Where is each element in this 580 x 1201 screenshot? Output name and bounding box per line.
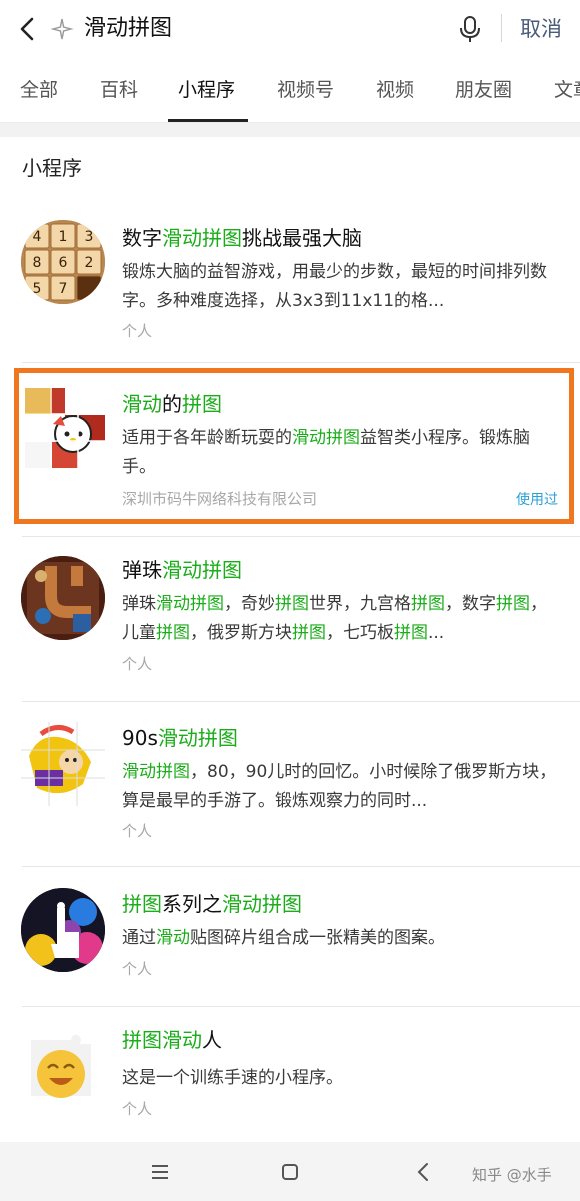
result-description: 锻炼大脑的益智游戏，用最少的步数，最短的时间排列数字。多种难度选择，从3x3到1… — [122, 258, 562, 316]
result-item[interactable]: 4 1 3 8 6 2 5 7 数字滑动拼图挑战最强大脑 锻炼大脑的益智游戏，用最少的步数，最… — [0, 200, 580, 350]
result-title: 弹珠滑动拼图 — [122, 556, 242, 584]
text-segment: 数字 — [122, 226, 162, 250]
selection-highlight — [14, 368, 574, 524]
keyword-highlight: 滑动拼图 — [222, 892, 302, 916]
result-description: 弹珠滑动拼图，奇妙拼图世界，九宫格拼图，数字拼图，儿童拼图，俄罗斯方块拼图，七巧… — [122, 590, 562, 648]
keyword-highlight: 拼图 — [292, 623, 326, 643]
result-item[interactable]: 90s滑动拼图 滑动拼图，80，90儿时的回忆。小时候除了俄罗斯方块，算是最早的… — [0, 708, 580, 868]
text-segment: 系列之 — [162, 892, 222, 916]
number-tile-label: 8 — [33, 255, 42, 271]
text-segment: 挑战最强大脑 — [242, 226, 362, 250]
result-title: 拼图系列之滑动拼图 — [122, 890, 302, 918]
search-input[interactable]: 滑动拼图 — [84, 14, 172, 44]
keyword-highlight: 拼图 — [411, 594, 445, 614]
keyword-highlight: 滑动拼图 — [156, 594, 224, 614]
search-bar: 滑动拼图 取消 — [0, 0, 580, 58]
text-segment: 弹珠 — [122, 558, 162, 582]
category-tabs: 全部 百科 小程序 视频号 视频 朋友圈 文章 — [0, 58, 580, 123]
text-segment: ，俄罗斯方块 — [190, 623, 292, 643]
keyword-highlight: 滑动 — [156, 928, 190, 948]
text-segment: 锻炼大脑的益智游戏，用最少的步数，最短的时间排列数字。多种难度选择，从3x3到1… — [122, 262, 547, 311]
result-owner: 个人 — [122, 822, 153, 840]
menu-icon[interactable] — [145, 1157, 175, 1187]
text-segment: ，数字 — [445, 594, 496, 614]
keyword-highlight: 滑动拼图 — [162, 558, 242, 582]
result-owner: 个人 — [122, 960, 153, 978]
text-segment: 贴图碎片组合成一张精美的图案。 — [190, 928, 445, 948]
sparkle-icon — [50, 18, 74, 40]
keyword-highlight: 拼图 — [275, 594, 309, 614]
result-thumbnail — [21, 1026, 105, 1110]
marble-maze-icon — [21, 556, 105, 640]
tab-all[interactable]: 全部 — [20, 77, 58, 103]
number-tile-label: 5 — [33, 281, 42, 297]
result-title: 90s滑动拼图 — [122, 724, 238, 752]
back-arrow-icon[interactable] — [14, 14, 42, 44]
keyword-highlight: 滑动拼图 — [122, 762, 190, 782]
result-thumbnail: 4 1 3 8 6 2 5 7 — [21, 220, 105, 304]
colorful-hand-icon — [21, 888, 105, 972]
keyword-highlight: 拼图 — [496, 594, 530, 614]
smiley-puzzle-icon — [21, 1026, 105, 1110]
result-thumbnail — [21, 722, 105, 806]
number-tile — [76, 275, 102, 301]
result-title: 拼图滑动人 — [122, 1026, 222, 1054]
keyword-highlight: 拼图滑动 — [122, 1028, 202, 1052]
tab-videos[interactable]: 视频 — [376, 77, 414, 103]
tab-moments[interactable]: 朋友圈 — [455, 77, 512, 103]
divider — [22, 1006, 580, 1007]
text-segment: ... — [428, 623, 445, 643]
result-item[interactable]: 拼图系列之滑动拼图 通过滑动贴图碎片组合成一张精美的图案。 个人 — [0, 874, 580, 1004]
divider — [22, 701, 580, 702]
result-owner: 个人 — [122, 1100, 153, 1118]
text-segment: 通过 — [122, 928, 156, 948]
text-segment: 这是一个训练手速的小程序。 — [122, 1068, 343, 1088]
microphone-icon[interactable] — [456, 14, 484, 44]
result-thumbnail — [21, 556, 105, 640]
result-thumbnail — [21, 888, 105, 972]
text-segment: 人 — [202, 1028, 222, 1052]
number-tile-label: 2 — [85, 255, 94, 271]
tab-channels[interactable]: 视频号 — [277, 77, 334, 103]
tab-mini-programs[interactable]: 小程序 — [178, 77, 235, 103]
text-segment: ，七巧板 — [326, 623, 394, 643]
divider — [22, 866, 580, 867]
result-description: 这是一个训练手速的小程序。 — [122, 1064, 562, 1093]
result-item[interactable]: 拼图滑动人 这是一个训练手速的小程序。 个人 — [0, 1012, 580, 1142]
number-tile-label: 4 — [33, 229, 42, 245]
cancel-button[interactable]: 取消 — [520, 14, 562, 44]
active-tab-indicator — [168, 119, 248, 122]
number-tile-label: 6 — [59, 255, 68, 271]
divider — [22, 362, 580, 363]
back-triangle-icon[interactable] — [408, 1157, 438, 1187]
result-title: 数字滑动拼图挑战最强大脑 — [122, 224, 362, 252]
result-description: 通过滑动贴图碎片组合成一张精美的图案。 — [122, 924, 562, 953]
number-tile-label: 1 — [59, 229, 68, 245]
text-segment: 90s — [122, 726, 158, 750]
result-owner: 个人 — [122, 322, 153, 340]
result-description: 滑动拼图，80，90儿时的回忆。小时候除了俄罗斯方块，算是最早的手游了。锻炼观察… — [122, 758, 562, 816]
keyword-highlight: 滑动拼图 — [162, 226, 242, 250]
divider — [501, 14, 502, 42]
divider — [22, 536, 580, 537]
keyword-highlight: 拼图 — [156, 623, 190, 643]
tab-encyclopedia[interactable]: 百科 — [100, 77, 138, 103]
text-segment: ，奇妙 — [224, 594, 275, 614]
keyword-highlight: 拼图 — [394, 623, 428, 643]
result-item[interactable]: 弹珠滑动拼图 弹珠滑动拼图，奇妙拼图世界，九宫格拼图，数字拼图，儿童拼图，俄罗斯… — [0, 540, 580, 700]
number-tile-label: 3 — [85, 229, 94, 245]
section-title: 小程序 — [22, 156, 82, 180]
section-gap — [0, 123, 580, 137]
text-segment: 世界，九宫格 — [309, 594, 411, 614]
monkey-king-icon — [21, 722, 105, 806]
home-square-icon[interactable] — [275, 1157, 305, 1187]
number-tile-label: 7 — [59, 281, 68, 297]
watermark-text: 知乎 @水手 — [472, 1166, 552, 1184]
tab-articles[interactable]: 文章 — [554, 77, 580, 103]
number-grid-icon: 4 1 3 8 6 2 5 7 — [21, 220, 105, 304]
keyword-highlight: 滑动拼图 — [157, 726, 238, 750]
result-owner: 个人 — [122, 655, 153, 673]
keyword-highlight: 拼图 — [122, 892, 162, 916]
text-segment: 弹珠 — [122, 594, 156, 614]
